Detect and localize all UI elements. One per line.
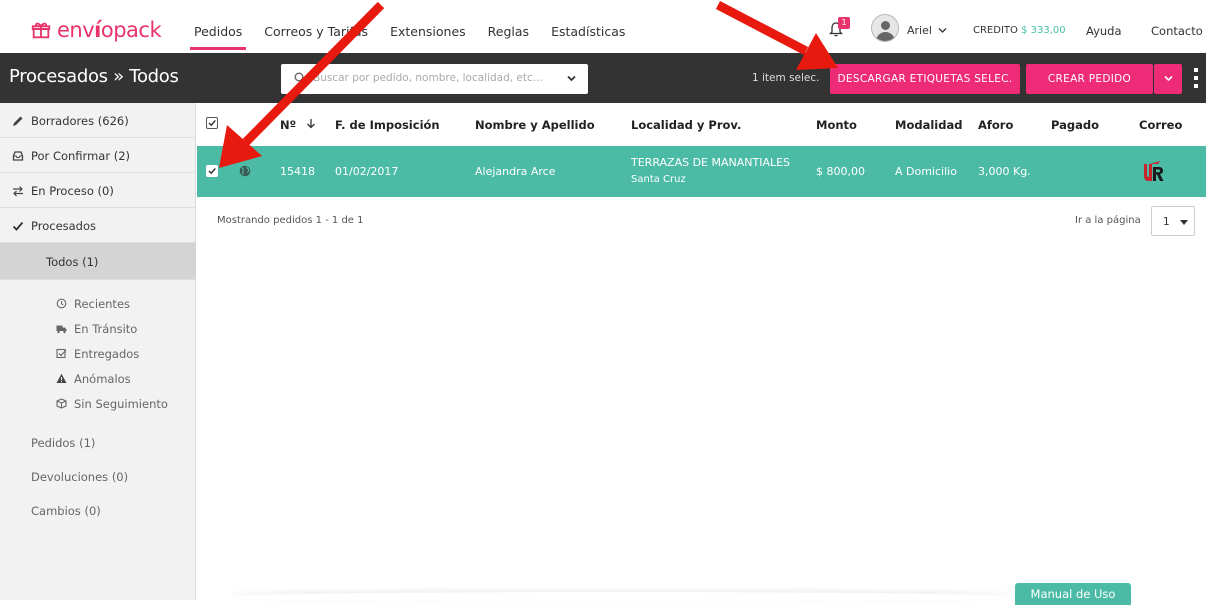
- sidebar-sub-label: Anómalos: [74, 372, 131, 386]
- manual-button[interactable]: Manual de Uso: [1015, 583, 1131, 605]
- nav-reglas[interactable]: Reglas: [488, 24, 529, 39]
- sidebar-item-devoluciones[interactable]: Devoluciones (0): [31, 470, 128, 484]
- more-options-icon[interactable]: [1194, 67, 1198, 89]
- search-input[interactable]: Buscar por pedido, nombre, localidad, et…: [281, 64, 588, 94]
- order-amount: $ 800,00: [816, 165, 865, 178]
- sidebar-sub-label: Sin Seguimiento: [74, 397, 168, 411]
- row-checkbox[interactable]: [206, 165, 218, 177]
- credit-display[interactable]: CREDITO $ 333,00: [973, 25, 1066, 36]
- header-locality[interactable]: Localidad y Prov.: [631, 118, 741, 132]
- envio-pack-logo[interactable]: env í opack: [30, 18, 162, 42]
- globe-icon[interactable]: [239, 165, 251, 177]
- check-icon: [208, 120, 216, 127]
- order-province: Santa Cruz: [631, 174, 686, 185]
- sidebar-item-por-confirmar[interactable]: Por Confirmar (2): [0, 138, 196, 173]
- select-all-checkbox[interactable]: [206, 117, 218, 129]
- header-weight[interactable]: Aforo: [978, 118, 1013, 132]
- check-icon: [208, 168, 216, 175]
- header-name[interactable]: Nombre y Apellido: [475, 118, 595, 132]
- contact-link[interactable]: Contacto: [1151, 24, 1203, 38]
- sidebar-label: Todos (1): [46, 255, 99, 269]
- page-title: Procesados » Todos: [9, 66, 179, 87]
- carrier-logo-icon: [1144, 161, 1164, 181]
- header-carrier[interactable]: Correo: [1139, 118, 1182, 132]
- order-locality: TERRAZAS DE MANANTIALES: [631, 156, 791, 169]
- footer-shadow: [230, 592, 1010, 602]
- box-icon: [56, 398, 67, 409]
- check-icon: [12, 221, 24, 231]
- order-date: 01/02/2017: [335, 165, 399, 178]
- selected-count: 1 item selec.: [752, 72, 820, 84]
- nav-correos-tarifas[interactable]: Correos y Tarifas: [264, 24, 368, 39]
- clock-icon: [56, 298, 67, 309]
- nav-pedidos[interactable]: Pedidos: [189, 24, 247, 50]
- caret-down-icon: [1180, 220, 1188, 225]
- sidebar-item-todos[interactable]: Todos (1): [0, 243, 196, 280]
- user-name: Ariel: [907, 24, 932, 37]
- carrier-logo: [1141, 160, 1165, 184]
- user-avatar[interactable]: [871, 14, 899, 42]
- truck-icon: [56, 325, 67, 334]
- table-row[interactable]: 15418 01/02/2017 Alejandra Arce TERRAZAS…: [197, 146, 1206, 197]
- top-navbar: env í opack Pedidos Correos y Tarifas Exte…: [0, 0, 1206, 53]
- checkbox-icon: [56, 348, 67, 359]
- header-date[interactable]: F. de Imposición: [335, 118, 440, 132]
- sidebar-item-borradores[interactable]: Borradores (626): [0, 103, 196, 138]
- pencil-icon: [13, 116, 23, 126]
- order-name: Alejandra Arce: [475, 165, 556, 178]
- nav-estadisticas[interactable]: Estadísticas: [551, 24, 625, 39]
- order-mode: A Domicilio: [895, 165, 957, 178]
- sidebar-label: Por Confirmar (2): [31, 149, 130, 163]
- search-icon: [294, 72, 306, 84]
- logo-text-1: env: [57, 18, 95, 42]
- inbox-icon: [12, 151, 24, 161]
- nav-extensiones[interactable]: Extensiones: [390, 24, 466, 39]
- chevron-down-icon: [1163, 75, 1173, 82]
- sidebar-label: En Proceso (0): [31, 184, 114, 198]
- sidebar-label: Borradores (626): [31, 114, 129, 128]
- warning-icon: [56, 373, 67, 383]
- sidebar-sub-label: Entregados: [74, 347, 140, 361]
- header-number-label: Nº: [280, 118, 297, 132]
- chevron-down-icon[interactable]: [567, 74, 576, 83]
- gift-icon: [31, 22, 51, 39]
- logo-text-2: í: [94, 18, 101, 42]
- order-weight: 3,000 Kg.: [978, 165, 1031, 178]
- sidebar: Borradores (626) Por Confirmar (2) En Pr…: [0, 103, 196, 600]
- sidebar-item-procesados[interactable]: Procesados: [0, 208, 196, 243]
- header-mode[interactable]: Modalidad: [895, 118, 962, 132]
- help-link[interactable]: Ayuda: [1086, 24, 1122, 38]
- header-amount[interactable]: Monto: [816, 118, 857, 132]
- create-order-button[interactable]: CREAR PEDIDO: [1026, 64, 1153, 94]
- create-order-dropdown[interactable]: [1154, 64, 1182, 94]
- sidebar-sub-label: En Tránsito: [74, 322, 138, 336]
- sidebar-sub-label: Recientes: [74, 297, 131, 311]
- goto-page-select[interactable]: 1: [1151, 206, 1195, 236]
- page-select-value: 1: [1163, 216, 1170, 228]
- chevron-down-icon: [938, 28, 947, 33]
- notification-badge: 1: [838, 17, 850, 29]
- goto-page-label: Ir a la página: [1075, 215, 1141, 226]
- download-labels-button[interactable]: DESCARGAR ETIQUETAS SELEC.: [830, 64, 1020, 94]
- order-number[interactable]: 15418: [280, 165, 315, 178]
- pagination-info: Mostrando pedidos 1 - 1 de 1: [217, 215, 364, 226]
- credit-label: CREDITO: [973, 25, 1018, 36]
- exchange-icon: [13, 186, 23, 197]
- table-header: Nº F. de Imposición Nombre y Apellido Lo…: [197, 103, 1206, 146]
- sidebar-item-cambios[interactable]: Cambios (0): [31, 504, 101, 518]
- sidebar-item-pedidos[interactable]: Pedidos (1): [31, 436, 95, 450]
- header-paid[interactable]: Pagado: [1051, 118, 1099, 132]
- user-menu[interactable]: Ariel: [907, 24, 947, 37]
- logo-text-3: opack: [100, 18, 162, 42]
- main-nav: Pedidos Correos y Tarifas Extensiones Re…: [189, 24, 647, 50]
- sidebar-label: Procesados: [31, 219, 97, 233]
- search-placeholder: Buscar por pedido, nombre, localidad, et…: [313, 72, 543, 84]
- header-number[interactable]: Nº: [280, 118, 316, 132]
- arrow-down-icon: [307, 119, 316, 129]
- toolbar: Procesados » Todos Buscar por pedido, no…: [0, 53, 1206, 103]
- credit-value: $ 333,00: [1021, 25, 1066, 36]
- sidebar-item-en-proceso[interactable]: En Proceso (0): [0, 173, 196, 208]
